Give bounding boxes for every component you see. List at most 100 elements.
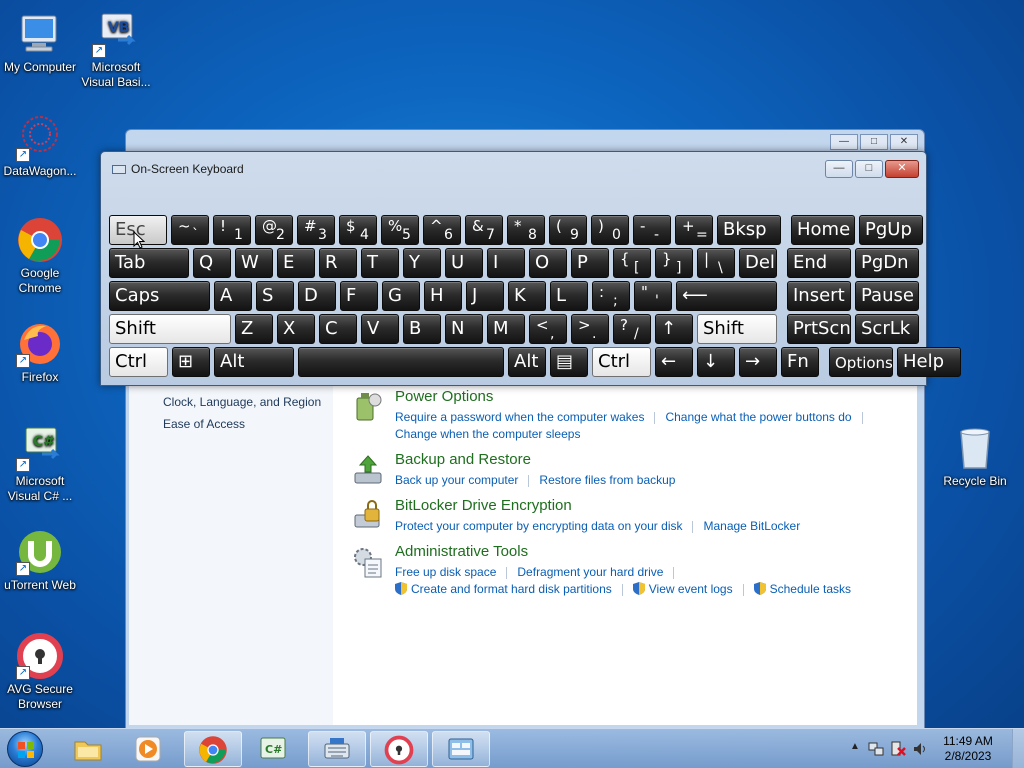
key-0[interactable]: ) 0 [591, 215, 629, 245]
key-del[interactable]: Del [739, 248, 777, 278]
key-scrlk[interactable]: ScrLk [855, 314, 919, 344]
key-slash[interactable]: ? / [613, 314, 651, 344]
link-schedule-tasks[interactable]: Schedule tasks [770, 582, 851, 596]
key-9[interactable]: (9 [549, 215, 587, 245]
taskbar-media-player[interactable] [120, 731, 178, 767]
key-help[interactable]: Help [897, 347, 961, 377]
key-leftarrow[interactable]: ← [655, 347, 693, 377]
key-h[interactable]: H [424, 281, 462, 311]
key-pause[interactable]: Pause [855, 281, 919, 311]
key-p[interactable]: P [571, 248, 609, 278]
key-period[interactable]: >. [571, 314, 609, 344]
desktop-icon-utorrent[interactable]: ↗ uTorrent Web [0, 528, 80, 593]
key-pgup[interactable]: PgUp [859, 215, 923, 245]
taskbar-file-explorer[interactable] [60, 731, 118, 767]
minimize-button[interactable]: — [830, 134, 858, 150]
key-enter[interactable]: ⟵ [676, 281, 777, 311]
key-uparrow[interactable]: ↑ [655, 314, 693, 344]
key-lalt[interactable]: Alt [214, 347, 294, 377]
key-caps[interactable]: Caps [109, 281, 210, 311]
link-back-up[interactable]: Back up your computer [395, 473, 518, 487]
action-center-icon[interactable] [890, 740, 906, 757]
taskbar-avg-browser[interactable] [370, 731, 428, 767]
link-disk-partitions[interactable]: Create and format hard disk partitions [411, 582, 612, 596]
key-i[interactable]: I [487, 248, 525, 278]
key-b[interactable]: B [403, 314, 441, 344]
key-rightarrow[interactable]: → [739, 347, 777, 377]
key-tilde[interactable]: ~ ` [171, 215, 209, 245]
key-t[interactable]: T [361, 248, 399, 278]
key-prtscn[interactable]: PrtScn [787, 314, 851, 344]
key-a[interactable]: A [214, 281, 252, 311]
key-bksp[interactable]: Bksp [717, 215, 781, 245]
key-v[interactable]: V [361, 314, 399, 344]
power-options-title[interactable]: Power Options [395, 388, 493, 405]
osk-maximize-button[interactable]: □ [855, 160, 883, 178]
key-pgdn[interactable]: PgDn [855, 248, 919, 278]
key-downarrow[interactable]: ↓ [697, 347, 735, 377]
start-button[interactable] [7, 731, 43, 767]
key-3[interactable]: #3 [297, 215, 335, 245]
key-z[interactable]: Z [235, 314, 273, 344]
key-win[interactable]: ⊞ [172, 347, 210, 377]
key-lshift[interactable]: Shift [109, 314, 231, 344]
link-free-disk-space[interactable]: Free up disk space [395, 565, 496, 579]
sidebar-link-ease-of-access[interactable]: Ease of Access [129, 413, 333, 435]
key-rshift[interactable]: Shift [697, 314, 777, 344]
network-icon[interactable] [868, 741, 884, 757]
osk-minimize-button[interactable]: — [825, 160, 853, 178]
key-c[interactable]: C [319, 314, 357, 344]
administrative-tools-title[interactable]: Administrative Tools [395, 543, 528, 560]
key-ralt[interactable]: Alt [508, 347, 546, 377]
key-semicolon[interactable]: :; [592, 281, 630, 311]
key-end[interactable]: End [787, 248, 851, 278]
key-menu[interactable]: ▤ [550, 347, 588, 377]
key-8[interactable]: * 8 [507, 215, 545, 245]
desktop-icon-visual-basic[interactable]: VB ↗ Microsoft Visual Basi... [76, 10, 156, 90]
key-j[interactable]: J [466, 281, 504, 311]
sidebar-link-clock-language-region[interactable]: Clock, Language, and Region [129, 391, 333, 413]
show-hidden-icons-icon[interactable]: ▲ [850, 741, 860, 752]
key-comma[interactable]: <, [529, 314, 567, 344]
link-computer-sleeps[interactable]: Change when the computer sleeps [395, 427, 580, 441]
key-insert[interactable]: Insert [787, 281, 851, 311]
taskbar-on-screen-keyboard[interactable] [308, 731, 366, 767]
key-rbracket[interactable]: }] [655, 248, 693, 278]
key-k[interactable]: K [508, 281, 546, 311]
desktop-icon-recycle-bin[interactable]: Recycle Bin [935, 424, 1015, 489]
key-u[interactable]: U [445, 248, 483, 278]
key-n[interactable]: N [445, 314, 483, 344]
link-defragment[interactable]: Defragment your hard drive [517, 565, 663, 579]
volume-icon[interactable] [912, 741, 928, 757]
link-event-logs[interactable]: View event logs [649, 582, 733, 596]
key-y[interactable]: Y [403, 248, 441, 278]
key-equals[interactable]: + = [675, 215, 713, 245]
key-x[interactable]: X [277, 314, 315, 344]
key-lctrl[interactable]: Ctrl [109, 347, 168, 377]
link-restore-files[interactable]: Restore files from backup [539, 473, 675, 487]
key-g[interactable]: G [382, 281, 420, 311]
key-7[interactable]: & 7 [465, 215, 503, 245]
taskbar-control-panel[interactable] [432, 731, 490, 767]
key-5[interactable]: % 5 [381, 215, 419, 245]
desktop-icon-firefox[interactable]: ↗ Firefox [0, 320, 80, 385]
key-lbracket[interactable]: {[ [613, 248, 651, 278]
key-minus[interactable]: -- [633, 215, 671, 245]
close-button[interactable]: ✕ [890, 134, 918, 150]
key-6[interactable]: ^ 6 [423, 215, 461, 245]
maximize-button[interactable]: □ [860, 134, 888, 150]
link-manage-bitlocker[interactable]: Manage BitLocker [703, 519, 800, 533]
desktop-icon-visual-csharp[interactable]: C# ↗ Microsoft Visual C# ... [0, 424, 80, 504]
key-2[interactable]: @2 [255, 215, 293, 245]
key-space[interactable] [298, 347, 504, 377]
link-require-password[interactable]: Require a password when the computer wak… [395, 410, 644, 424]
desktop-icon-datawagon[interactable]: ↗ DataWagon... [0, 114, 80, 179]
desktop-icon-my-computer[interactable]: My Computer [0, 10, 80, 75]
key-rctrl[interactable]: Ctrl [592, 347, 651, 377]
desktop-icon-google-chrome[interactable]: Google Chrome [0, 216, 80, 296]
key-4[interactable]: $4 [339, 215, 377, 245]
taskbar-google-chrome[interactable] [184, 731, 242, 767]
key-backslash[interactable]: | \ [697, 248, 735, 278]
key-tab[interactable]: Tab [109, 248, 189, 278]
show-desktop-button[interactable] [1012, 729, 1024, 768]
